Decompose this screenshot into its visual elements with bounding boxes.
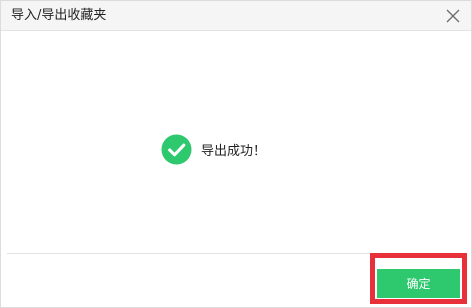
- export-favorites-dialog: 导入/导出收藏夹 导出成功！ 确定: [0, 0, 472, 308]
- success-message: 导出成功！: [201, 143, 267, 159]
- dialog-titlebar: 导入/导出收藏夹: [1, 1, 471, 31]
- ok-button[interactable]: 确定: [377, 261, 460, 298]
- close-button[interactable]: [441, 4, 465, 28]
- close-icon: [446, 9, 460, 23]
- check-circle-icon: [161, 133, 192, 165]
- success-message-row: 导出成功！: [161, 133, 266, 165]
- dialog-content: 导出成功！: [1, 31, 471, 253]
- dialog-title: 导入/导出收藏夹: [11, 8, 107, 23]
